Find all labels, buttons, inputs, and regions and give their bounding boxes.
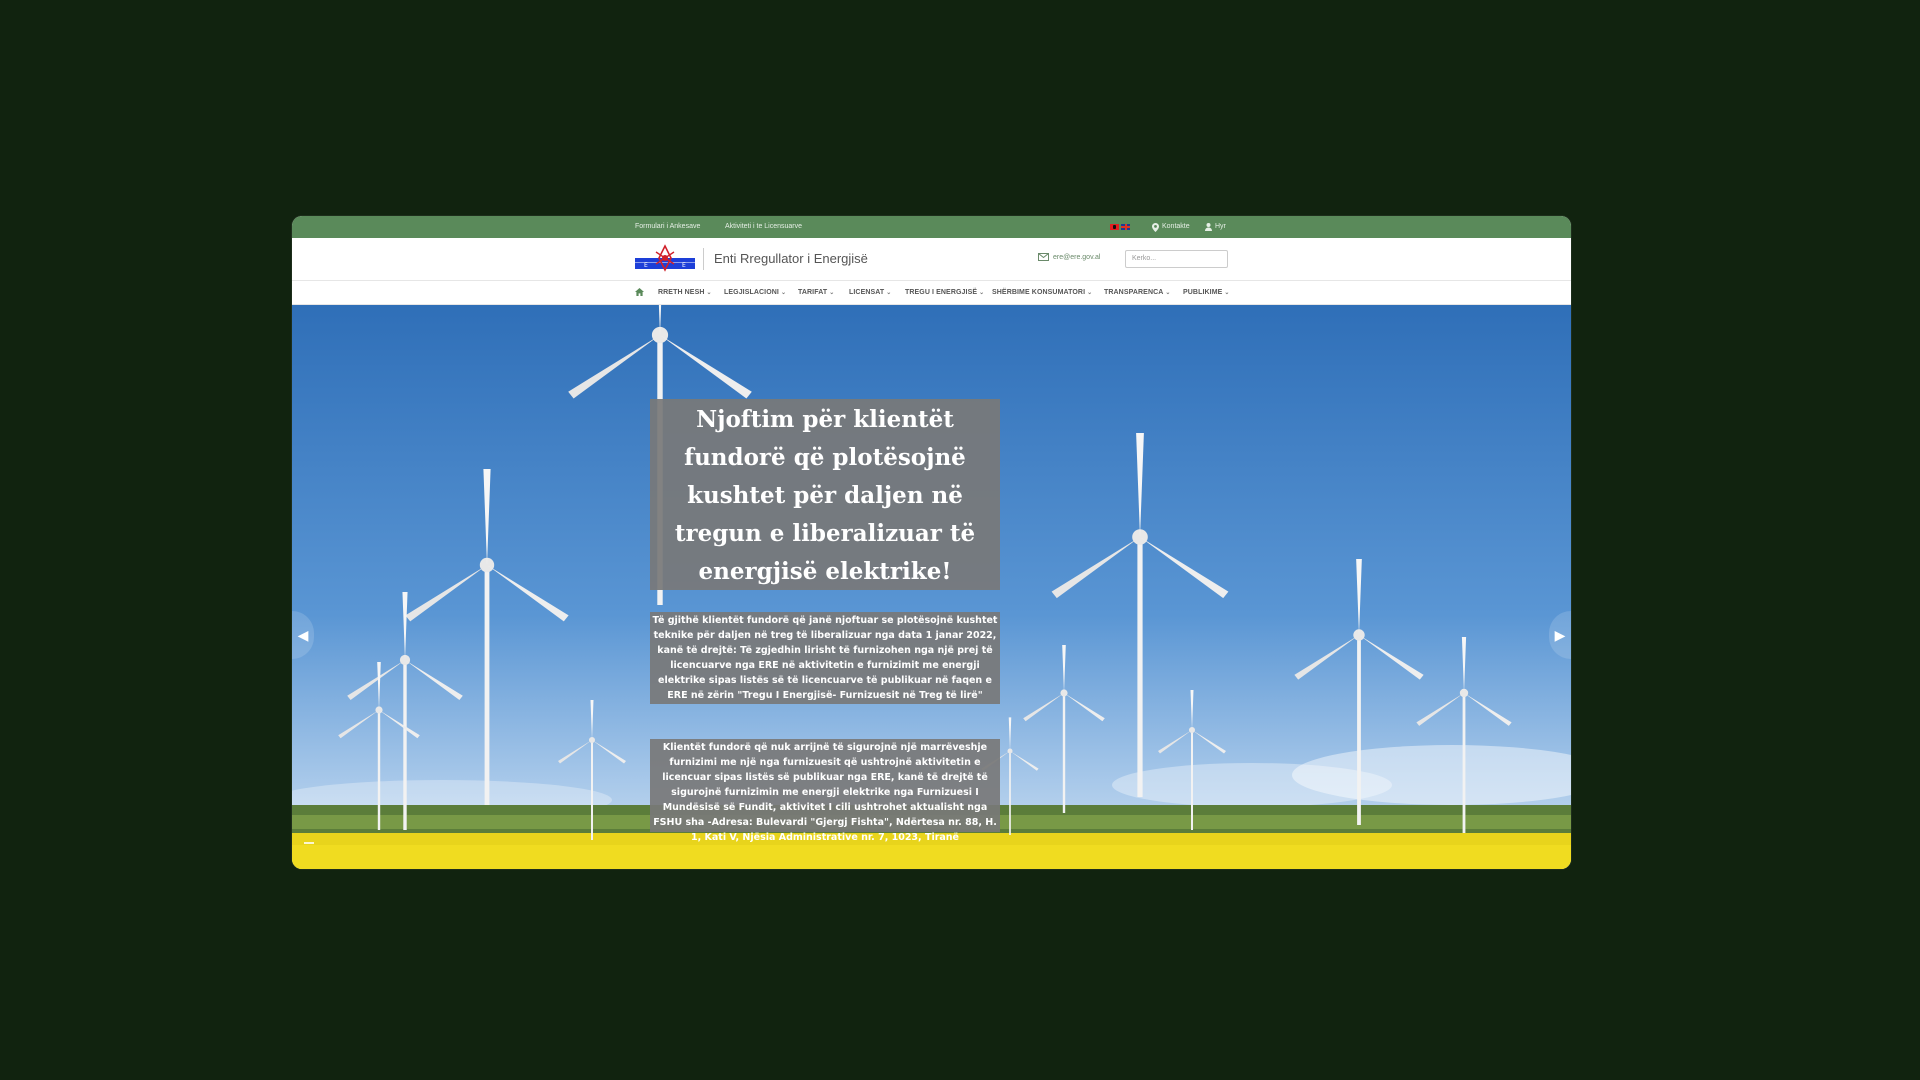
chevron-down-icon: ⌄ (780, 290, 787, 296)
flag-al-icon[interactable] (1110, 224, 1119, 230)
user-icon (1205, 223, 1212, 231)
chevron-down-icon: ⌄ (1165, 290, 1171, 296)
login-link[interactable]: Hyr (1205, 216, 1226, 238)
nav-item-label: TREGU I ENERGJISË (905, 289, 978, 296)
nav-item-legislation[interactable]: LEGJISLACIONI ⌄ (724, 281, 786, 305)
site-title[interactable]: Enti Rregullator i Energjisë (714, 251, 868, 266)
language-switcher (1110, 224, 1130, 230)
home-icon[interactable] (635, 288, 644, 296)
nav-item-publications[interactable]: PUBLIKIME ⌄ (1183, 281, 1230, 305)
hero-paragraph-1: Të gjithë klientët fundorë që janë njoft… (650, 612, 1000, 704)
chevron-down-icon: ⌄ (886, 290, 892, 296)
nav-item-label: PUBLIKIME (1183, 289, 1223, 296)
email-address: ere@ere.gov.al (1053, 253, 1101, 261)
nav-item-label: TARIFAT (798, 289, 828, 296)
nav-item-label: LICENSAT (849, 289, 885, 296)
chevron-down-icon: ⌄ (706, 290, 712, 296)
nav-item-consumer-services[interactable]: SHËRBIME KONSUMATORI ⌄ (992, 281, 1092, 305)
nav-item-energy-market[interactable]: TREGU I ENERGJISË ⌄ (905, 281, 984, 305)
chevron-left-icon: ◀ (297, 627, 309, 643)
nav-item-label: LEGJISLACIONI (724, 289, 779, 296)
slide-indicator[interactable] (304, 842, 314, 844)
hero-headline: Njoftim për klientët fundorë që plotësoj… (650, 399, 1000, 590)
browser-window: Formulari i Ankesave Aktiviteti i te Lic… (292, 216, 1571, 869)
main-nav: RRETH NESH ⌄ LEGJISLACIONI ⌄ TARIFAT ⌄ LICE… (292, 280, 1571, 305)
svg-text:E: E (682, 262, 686, 269)
licensee-activity-link[interactable]: Aktiviteti i te Licensuarve (725, 216, 802, 238)
chevron-down-icon: ⌄ (1224, 290, 1230, 296)
chevron-down-icon: ⌄ (829, 290, 835, 296)
complaints-form-link[interactable]: Formulari i Ankesave (635, 216, 700, 238)
chevron-down-icon: ⌄ (1087, 290, 1093, 296)
nav-item-about[interactable]: RRETH NESH ⌄ (658, 281, 712, 305)
top-bar: Formulari i Ankesave Aktiviteti i te Lic… (292, 216, 1571, 238)
map-pin-icon (1152, 222, 1159, 232)
login-label: Hyr (1215, 223, 1226, 230)
hero-paragraph-2: Klientët fundorë që nuk arrijnë të sigur… (650, 739, 1000, 843)
nav-item-label: SHËRBIME KONSUMATORI (992, 289, 1086, 296)
chevron-right-icon: ▶ (1554, 627, 1566, 643)
flag-en-icon[interactable] (1121, 224, 1130, 230)
nav-item-transparency[interactable]: TRANSPARENCA ⌄ (1104, 281, 1171, 305)
nav-item-tariffs[interactable]: TARIFAT ⌄ (798, 281, 834, 305)
contact-link[interactable]: Kontakte (1152, 216, 1190, 238)
envelope-icon (1038, 253, 1049, 261)
search-input[interactable]: Kerko... (1125, 250, 1228, 268)
nav-item-label: TRANSPARENCA (1104, 289, 1164, 296)
nav-item-label: RRETH NESH (658, 289, 705, 296)
logo-divider (703, 248, 704, 270)
email-link[interactable]: ere@ere.gov.al (1038, 253, 1100, 261)
site-header: E E Enti Rregullator i Energjisë ere@ere… (292, 238, 1571, 280)
hero-slider: Njoftim për klientët fundorë që plotësoj… (292, 305, 1571, 869)
ere-logo[interactable]: E E (635, 244, 695, 274)
contact-label: Kontakte (1162, 223, 1190, 230)
nav-item-licenses[interactable]: LICENSAT ⌄ (849, 281, 891, 305)
chevron-down-icon: ⌄ (979, 290, 985, 296)
svg-text:E: E (644, 262, 648, 269)
